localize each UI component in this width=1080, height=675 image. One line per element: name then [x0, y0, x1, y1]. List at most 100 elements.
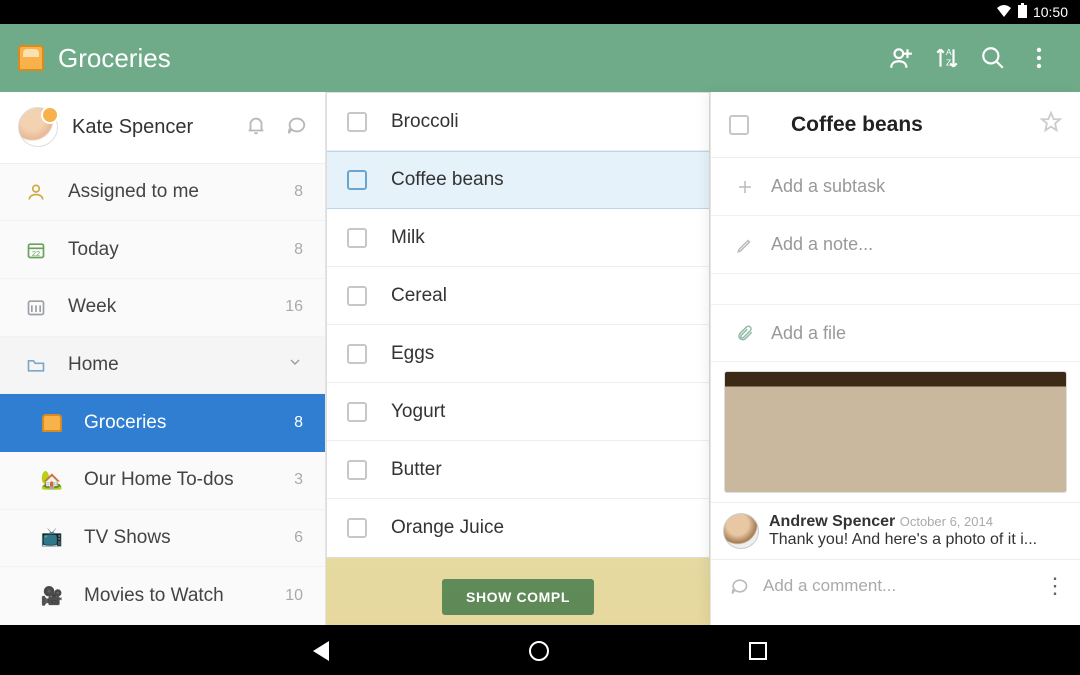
sidebar-item-count: 16	[285, 298, 303, 316]
home-button[interactable]	[529, 641, 549, 661]
sidebar-item-count: 8	[294, 183, 303, 201]
add-note-row[interactable]: Add a note...	[711, 216, 1080, 274]
add-note-label: Add a note...	[771, 234, 873, 255]
sidebar-item-label: Today	[68, 239, 294, 261]
task-checkbox[interactable]	[347, 402, 367, 422]
sidebar-item-label: Home	[68, 354, 287, 376]
task-label: Milk	[391, 227, 425, 249]
calendar-today-icon: 22	[22, 240, 50, 260]
house-icon: 🏡	[38, 470, 66, 491]
avatar	[18, 107, 58, 147]
sidebar-item-label: Our Home To-dos	[84, 469, 294, 491]
android-status-bar: 10:50	[0, 0, 1080, 24]
folder-icon	[22, 355, 50, 375]
bell-icon[interactable]	[245, 114, 267, 141]
task-row[interactable]: Butter	[327, 441, 709, 499]
task-row[interactable]: Eggs	[327, 325, 709, 383]
paperclip-icon	[731, 324, 759, 342]
add-file-row[interactable]: Add a file	[711, 304, 1080, 362]
status-time: 10:50	[1033, 4, 1068, 20]
bread-icon	[18, 45, 44, 71]
sidebar-item-label: TV Shows	[84, 527, 294, 549]
file-preview[interactable]	[725, 372, 1066, 492]
sidebar-folder-home[interactable]: Home	[0, 337, 325, 395]
app-title: Groceries	[58, 43, 878, 74]
add-file-label: Add a file	[771, 323, 846, 344]
profile-name: Kate Spencer	[72, 116, 245, 139]
battery-icon	[1018, 3, 1027, 21]
task-checkbox[interactable]	[347, 112, 367, 132]
tasks-panel: Broccoli Coffee beans Milk Cereal Eggs Y…	[326, 92, 710, 625]
comment-menu-icon[interactable]: ⋮	[1044, 573, 1066, 599]
svg-text:A: A	[946, 47, 952, 57]
task-row[interactable]: Orange Juice	[327, 499, 709, 557]
task-label: Cereal	[391, 285, 447, 307]
sidebar-item-count: 6	[294, 529, 303, 547]
share-button[interactable]	[878, 45, 924, 71]
show-completed-button[interactable]: SHOW COMPL	[442, 579, 594, 615]
person-icon	[22, 182, 50, 202]
profile-row[interactable]: Kate Spencer	[0, 92, 325, 164]
sidebar-item-label: Groceries	[84, 412, 294, 434]
comment-text: Thank you! And here's a photo of it i...	[769, 531, 1068, 549]
task-label: Orange Juice	[391, 517, 504, 539]
comment-avatar	[723, 513, 759, 549]
add-subtask-row[interactable]: Add a subtask	[711, 158, 1080, 216]
task-checkbox[interactable]	[347, 228, 367, 248]
tv-icon: 📺	[38, 527, 66, 548]
camera-icon: 🎥	[38, 586, 66, 607]
sidebar-item-count: 3	[294, 471, 303, 489]
svg-text:22: 22	[32, 248, 40, 257]
chevron-down-icon	[287, 354, 303, 376]
task-row[interactable]: Milk	[327, 209, 709, 267]
detail-panel: Coffee beans Add a subtask Add a note...…	[710, 92, 1080, 625]
task-label: Butter	[391, 459, 442, 481]
sidebar-list-movies[interactable]: 🎥 Movies to Watch 10	[0, 567, 325, 625]
detail-title: Coffee beans	[791, 113, 1040, 137]
sidebar-item-today[interactable]: 22 Today 8	[0, 221, 325, 279]
task-label: Coffee beans	[391, 169, 504, 191]
sort-button[interactable]: AZ	[924, 45, 970, 71]
sidebar-list-tv-shows[interactable]: 📺 TV Shows 6	[0, 510, 325, 568]
wifi-icon	[996, 4, 1012, 21]
comment-author: Andrew Spencer	[769, 513, 895, 530]
task-checkbox[interactable]	[347, 460, 367, 480]
sidebar-item-assigned[interactable]: Assigned to me 8	[0, 164, 325, 222]
task-row[interactable]: Yogurt	[327, 383, 709, 441]
app-bar: Groceries AZ	[0, 24, 1080, 92]
detail-checkbox[interactable]	[729, 115, 749, 135]
recents-button[interactable]	[749, 642, 767, 660]
task-checkbox[interactable]	[347, 170, 367, 190]
sidebar-item-label: Movies to Watch	[84, 585, 285, 607]
add-comment-label: Add a comment...	[763, 576, 896, 596]
add-comment-row[interactable]: Add a comment... ⋮	[711, 559, 1080, 611]
task-checkbox[interactable]	[347, 286, 367, 306]
plus-icon	[731, 178, 759, 196]
task-row[interactable]: Cereal	[327, 267, 709, 325]
task-row[interactable]: Broccoli	[327, 93, 709, 151]
svg-text:Z: Z	[946, 58, 952, 68]
calendar-week-icon	[22, 297, 50, 317]
overflow-menu-button[interactable]	[1016, 47, 1062, 69]
search-button[interactable]	[970, 45, 1016, 71]
task-checkbox[interactable]	[347, 344, 367, 364]
sidebar: Kate Spencer Assigned to me 8 22 Today	[0, 92, 326, 625]
back-button[interactable]	[313, 641, 329, 661]
task-row[interactable]: Coffee beans	[327, 151, 709, 209]
sidebar-item-count: 8	[294, 414, 303, 432]
sidebar-list-home-todos[interactable]: 🏡 Our Home To-dos 3	[0, 452, 325, 510]
pencil-icon	[731, 236, 759, 254]
task-label: Yogurt	[391, 401, 445, 423]
star-icon[interactable]	[1040, 111, 1062, 138]
conversations-icon[interactable]	[285, 114, 307, 141]
sidebar-item-label: Week	[68, 296, 285, 318]
add-subtask-label: Add a subtask	[771, 176, 885, 197]
sidebar-item-week[interactable]: Week 16	[0, 279, 325, 337]
task-checkbox[interactable]	[347, 518, 367, 538]
bread-icon	[38, 414, 66, 432]
sidebar-list-groceries[interactable]: Groceries 8	[0, 394, 325, 452]
comment-item: Andrew Spencer October 6, 2014 Thank you…	[711, 502, 1080, 559]
comment-date: October 6, 2014	[900, 514, 993, 529]
task-label: Eggs	[391, 343, 434, 365]
speech-bubble-icon	[725, 576, 753, 596]
